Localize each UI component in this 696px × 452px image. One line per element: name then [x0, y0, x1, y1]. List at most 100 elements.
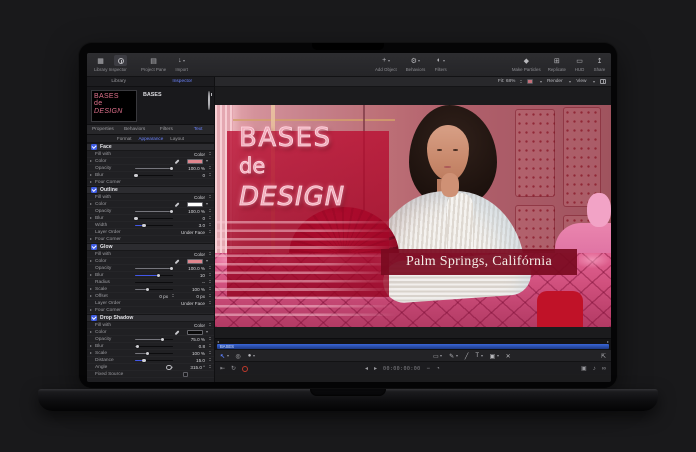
width-slider[interactable] [135, 223, 173, 227]
popup-value[interactable]: Color [175, 322, 205, 329]
timeline-end-marker[interactable] [607, 340, 609, 343]
inspector-button[interactable] [114, 55, 127, 66]
audio-icon[interactable]: ♪ [593, 366, 596, 372]
blur-slider[interactable] [134, 216, 173, 220]
popup-value[interactable]: Color [175, 251, 205, 258]
tab-library[interactable]: Library [87, 79, 151, 84]
stepper[interactable] [209, 173, 211, 176]
play-button[interactable]: ▸ [374, 365, 377, 372]
blur-slider[interactable] [135, 273, 173, 277]
stepper[interactable] [209, 195, 211, 198]
subtab-appearance[interactable]: Appearance [138, 136, 163, 141]
share-button[interactable]: ↥ Share [593, 55, 606, 73]
timecode-minus-icon[interactable]: − [427, 366, 431, 372]
mask-tool[interactable]: ▣ [490, 353, 499, 360]
radius-slider[interactable] [135, 281, 173, 284]
disclosure-icon[interactable] [90, 309, 92, 312]
zoom-fit-control[interactable]: Fit: 68% [498, 79, 516, 84]
stepper[interactable] [209, 230, 211, 233]
stepper[interactable] [209, 273, 211, 276]
paint-tool[interactable]: ● [248, 353, 255, 359]
select-tool[interactable]: ↖ [220, 353, 229, 360]
checkbox-checked-icon[interactable] [91, 187, 97, 193]
step-back-button[interactable]: ◂ [365, 365, 368, 372]
popup-value[interactable]: Under Face [175, 229, 205, 236]
stepper[interactable] [209, 280, 211, 283]
blur-slider[interactable] [135, 344, 173, 348]
scale-slider[interactable] [135, 287, 173, 291]
disclosure-icon[interactable] [90, 260, 92, 263]
close-tool[interactable]: ✕ [506, 353, 511, 360]
stepper[interactable] [209, 152, 211, 155]
stepper[interactable] [172, 294, 174, 297]
stepper[interactable] [209, 351, 211, 354]
eyedropper-icon[interactable] [174, 330, 180, 336]
filters-button[interactable]: ◐ Filters [434, 55, 447, 72]
stepper[interactable] [209, 287, 211, 290]
popup-value[interactable]: Under Face [175, 300, 205, 307]
subtab-layout[interactable]: Layout [170, 136, 184, 141]
stepper[interactable] [209, 216, 211, 219]
eyedropper-icon[interactable] [174, 259, 180, 265]
checkbox-checked-icon[interactable] [91, 144, 97, 150]
project-pane-button[interactable]: ▤ Project Pane [141, 55, 166, 73]
blur-slider[interactable] [134, 173, 173, 177]
hud-button[interactable]: ▭ HUD [573, 55, 586, 73]
stepper[interactable] [209, 209, 211, 212]
replicate-button[interactable]: ⊞ Replicate [548, 55, 566, 73]
subtab-format[interactable]: Format [117, 136, 132, 141]
distance-slider[interactable] [135, 358, 173, 362]
tab-properties[interactable]: Properties [87, 127, 119, 132]
text-tool[interactable]: T [475, 353, 483, 359]
offset-x-value[interactable]: 0 px [144, 293, 168, 300]
stepper[interactable] [209, 294, 211, 297]
adjust-tool[interactable]: ◎ [236, 353, 241, 360]
eyedropper-icon[interactable] [174, 202, 180, 208]
info-icon[interactable] [208, 91, 210, 110]
tab-text[interactable]: Text [182, 127, 214, 132]
title-text-layer[interactable]: BASES de DESIGN [239, 125, 345, 211]
eyedropper-icon[interactable] [174, 159, 180, 165]
stepper[interactable] [209, 223, 211, 226]
color-swatch[interactable] [187, 259, 203, 264]
channel-swatch-icon[interactable] [527, 79, 534, 84]
stepper[interactable] [209, 266, 211, 269]
disclosure-icon[interactable] [90, 203, 92, 206]
go-to-start-button[interactable]: ⇤ [220, 365, 225, 372]
timecode-display[interactable]: 00:00:00:00 [383, 366, 421, 372]
stepper[interactable] [209, 301, 211, 304]
transform-icon[interactable]: ⇱ [601, 353, 606, 360]
add-object-button[interactable]: + Add Object [375, 55, 397, 72]
loop-button[interactable]: ↻ [231, 365, 236, 372]
offset-y-value[interactable]: 0 px [175, 293, 205, 300]
color-swatch[interactable] [187, 330, 203, 335]
library-button[interactable]: ▦ [94, 55, 107, 66]
layout-grid-icon[interactable] [600, 79, 606, 84]
timeline-start-marker[interactable] [217, 340, 219, 343]
timecode-mode-icon[interactable]: ◔ [436, 366, 440, 372]
scale-slider[interactable] [135, 351, 173, 355]
disclosure-icon[interactable] [90, 295, 92, 298]
checkbox-unchecked-icon[interactable] [183, 372, 188, 377]
make-particles-button[interactable]: ◆ Make Particles [512, 55, 541, 73]
disclosure-icon[interactable] [90, 288, 92, 291]
color-swatch[interactable] [187, 159, 203, 164]
angle-dial[interactable] [166, 364, 172, 371]
rectangle-tool[interactable]: ▭ [433, 353, 443, 360]
stepper[interactable] [209, 344, 211, 347]
location-banner-layer[interactable]: Palm Springs, Califórnia [381, 249, 577, 275]
disclosure-icon[interactable] [90, 352, 92, 355]
stepper[interactable] [209, 337, 211, 340]
stepper[interactable] [209, 323, 211, 326]
record-button[interactable] [242, 365, 249, 372]
disclosure-icon[interactable] [90, 331, 92, 334]
opacity-slider[interactable] [135, 166, 174, 170]
opacity-slider[interactable] [135, 209, 174, 213]
import-button[interactable]: ↓ Import [175, 55, 188, 72]
color-swatch[interactable] [187, 202, 203, 207]
stepper[interactable] [209, 365, 211, 368]
behaviors-button[interactable]: ⚙ Behaviors [406, 55, 426, 73]
opacity-slider[interactable] [135, 266, 174, 270]
stepper[interactable] [520, 80, 523, 83]
camera-icon[interactable]: ▣ [581, 365, 587, 372]
